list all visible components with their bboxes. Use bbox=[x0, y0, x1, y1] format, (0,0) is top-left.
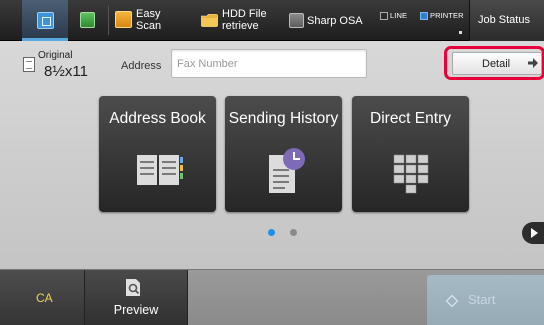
line-indicator-label: LINE bbox=[390, 11, 408, 20]
address-book-icon bbox=[137, 155, 183, 185]
job-status-button[interactable]: Job Status bbox=[469, 0, 544, 41]
address-book-label: Address Book bbox=[109, 110, 206, 127]
green-app-button[interactable] bbox=[70, 0, 108, 41]
home-icon bbox=[37, 12, 54, 29]
original-document-icon bbox=[23, 57, 35, 72]
top-bar: Easy Scan HDD File retrieve Sharp OSA LI… bbox=[0, 0, 544, 41]
address-book-button[interactable]: Address Book bbox=[99, 96, 216, 212]
page-indicator-dot-active[interactable] bbox=[268, 229, 275, 236]
sharp-osa-button[interactable]: Sharp OSA bbox=[287, 0, 369, 41]
sending-history-label: Sending History bbox=[228, 110, 339, 127]
start-diamond-icon bbox=[446, 295, 458, 307]
start-label: Start bbox=[468, 292, 496, 307]
direct-entry-label: Direct Entry bbox=[370, 110, 451, 127]
address-label: Address bbox=[121, 60, 162, 72]
original-label: Original bbox=[38, 50, 73, 61]
green-app-icon bbox=[80, 12, 95, 28]
easy-scan-label: Easy Scan bbox=[136, 8, 162, 32]
hdd-file-retrieve-button[interactable]: HDD File retrieve bbox=[196, 0, 284, 41]
main-panel: Original 8½x11 Address Detail Address Bo… bbox=[0, 41, 544, 269]
fax-number-input[interactable] bbox=[171, 49, 367, 78]
arrow-right-icon bbox=[528, 58, 538, 68]
page-indicator-dot[interactable] bbox=[290, 229, 297, 236]
sharp-osa-icon bbox=[289, 13, 304, 28]
next-page-button[interactable] bbox=[522, 222, 544, 244]
tray-marker bbox=[459, 31, 462, 34]
easy-scan-icon bbox=[115, 11, 132, 28]
printer-indicator-lamp bbox=[420, 12, 428, 20]
bottom-bar: CA Preview Start bbox=[0, 269, 544, 325]
fax-screen: Easy Scan HDD File retrieve Sharp OSA LI… bbox=[0, 0, 544, 325]
hdd-folder-icon bbox=[201, 14, 218, 27]
home-button[interactable] bbox=[22, 0, 68, 41]
sending-history-button[interactable]: Sending History bbox=[225, 96, 342, 212]
clear-all-button[interactable]: CA bbox=[0, 270, 85, 325]
start-button[interactable]: Start bbox=[427, 275, 544, 325]
original-size-value: 8½x11 bbox=[44, 63, 88, 80]
job-status-label: Job Status bbox=[478, 14, 530, 26]
detail-button[interactable]: Detail bbox=[452, 52, 542, 75]
hdd-file-retrieve-label: HDD File retrieve bbox=[222, 8, 267, 32]
divider bbox=[108, 6, 109, 35]
line-indicator-lamp bbox=[380, 12, 388, 20]
sharp-osa-label: Sharp OSA bbox=[307, 15, 363, 27]
preview-magnifier-icon bbox=[126, 279, 140, 296]
printer-indicator-label: PRINTER bbox=[430, 11, 464, 20]
direct-entry-button[interactable]: Direct Entry bbox=[352, 96, 469, 212]
clear-all-label: CA bbox=[36, 291, 53, 305]
easy-scan-button[interactable]: Easy Scan bbox=[110, 0, 194, 41]
detail-label: Detail bbox=[482, 58, 511, 70]
preview-button[interactable]: Preview bbox=[85, 270, 188, 325]
keypad-icon bbox=[393, 154, 429, 194]
preview-label: Preview bbox=[113, 303, 159, 317]
original-size-button[interactable]: Original 8½x11 bbox=[20, 47, 100, 85]
sending-history-icon bbox=[269, 148, 305, 193]
